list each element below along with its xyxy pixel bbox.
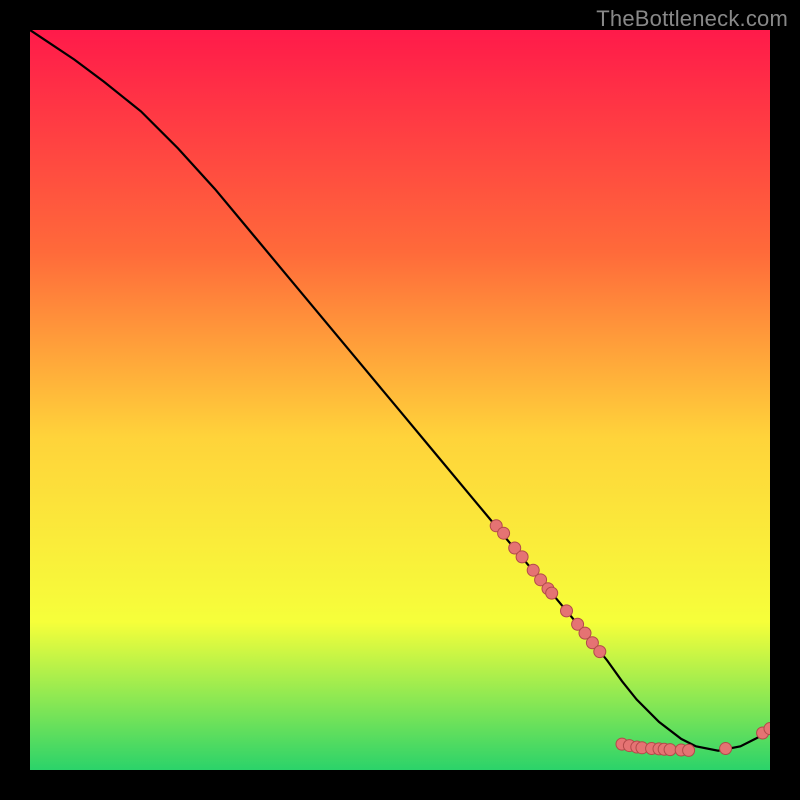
data-point-marker: [720, 743, 732, 755]
data-point-marker: [594, 646, 606, 658]
data-point-marker: [664, 744, 676, 756]
data-point-marker: [561, 605, 573, 617]
data-point-marker: [498, 527, 510, 539]
chart-stage: TheBottleneck.com: [0, 0, 800, 800]
watermark-text: TheBottleneck.com: [596, 6, 788, 32]
chart-plot-area: [30, 30, 770, 770]
chart-svg: [30, 30, 770, 770]
data-point-marker: [683, 744, 695, 756]
data-point-marker: [516, 551, 528, 563]
chart-background-gradient: [30, 30, 770, 770]
data-point-marker: [546, 587, 558, 599]
